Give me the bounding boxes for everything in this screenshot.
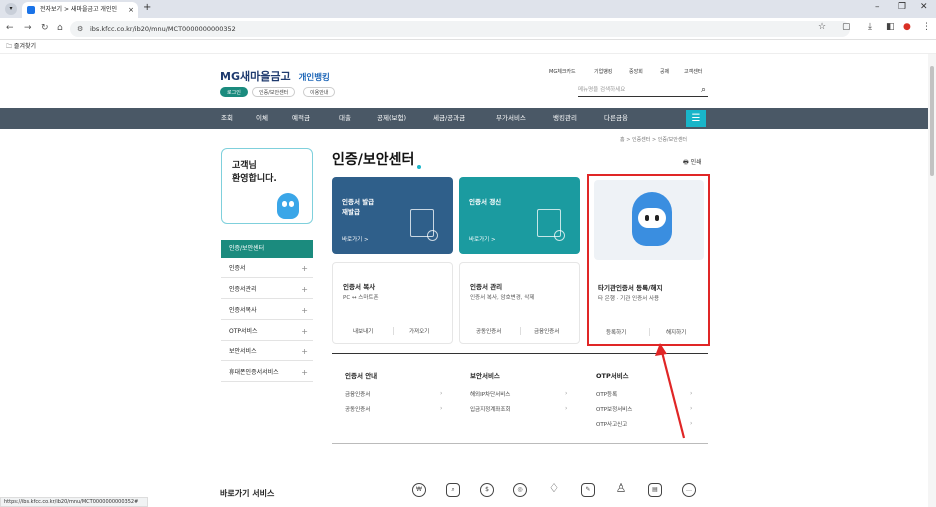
quick-transfer-icon[interactable]: ₩: [412, 483, 426, 497]
quick-edit-icon[interactable]: ✎: [581, 483, 595, 497]
quick-savings-icon[interactable]: ◎: [513, 483, 527, 497]
quick-notice-icon[interactable]: ♢: [547, 482, 561, 497]
quick-chat-icon[interactable]: …: [682, 483, 696, 497]
quick-user-icon[interactable]: ♙: [614, 482, 628, 497]
quick-services-title: 바로가기 서비스: [220, 489, 275, 498]
quick-cert-icon[interactable]: ▤: [648, 483, 662, 497]
quick-exchange-icon[interactable]: $: [480, 483, 494, 497]
status-bar-url: https://ibs.kfcc.co.kr/ib20/mnu/MCT00000…: [0, 497, 148, 507]
annotation-arrow: [655, 343, 686, 439]
quick-inquiry-icon[interactable]: ⌕: [446, 483, 460, 497]
